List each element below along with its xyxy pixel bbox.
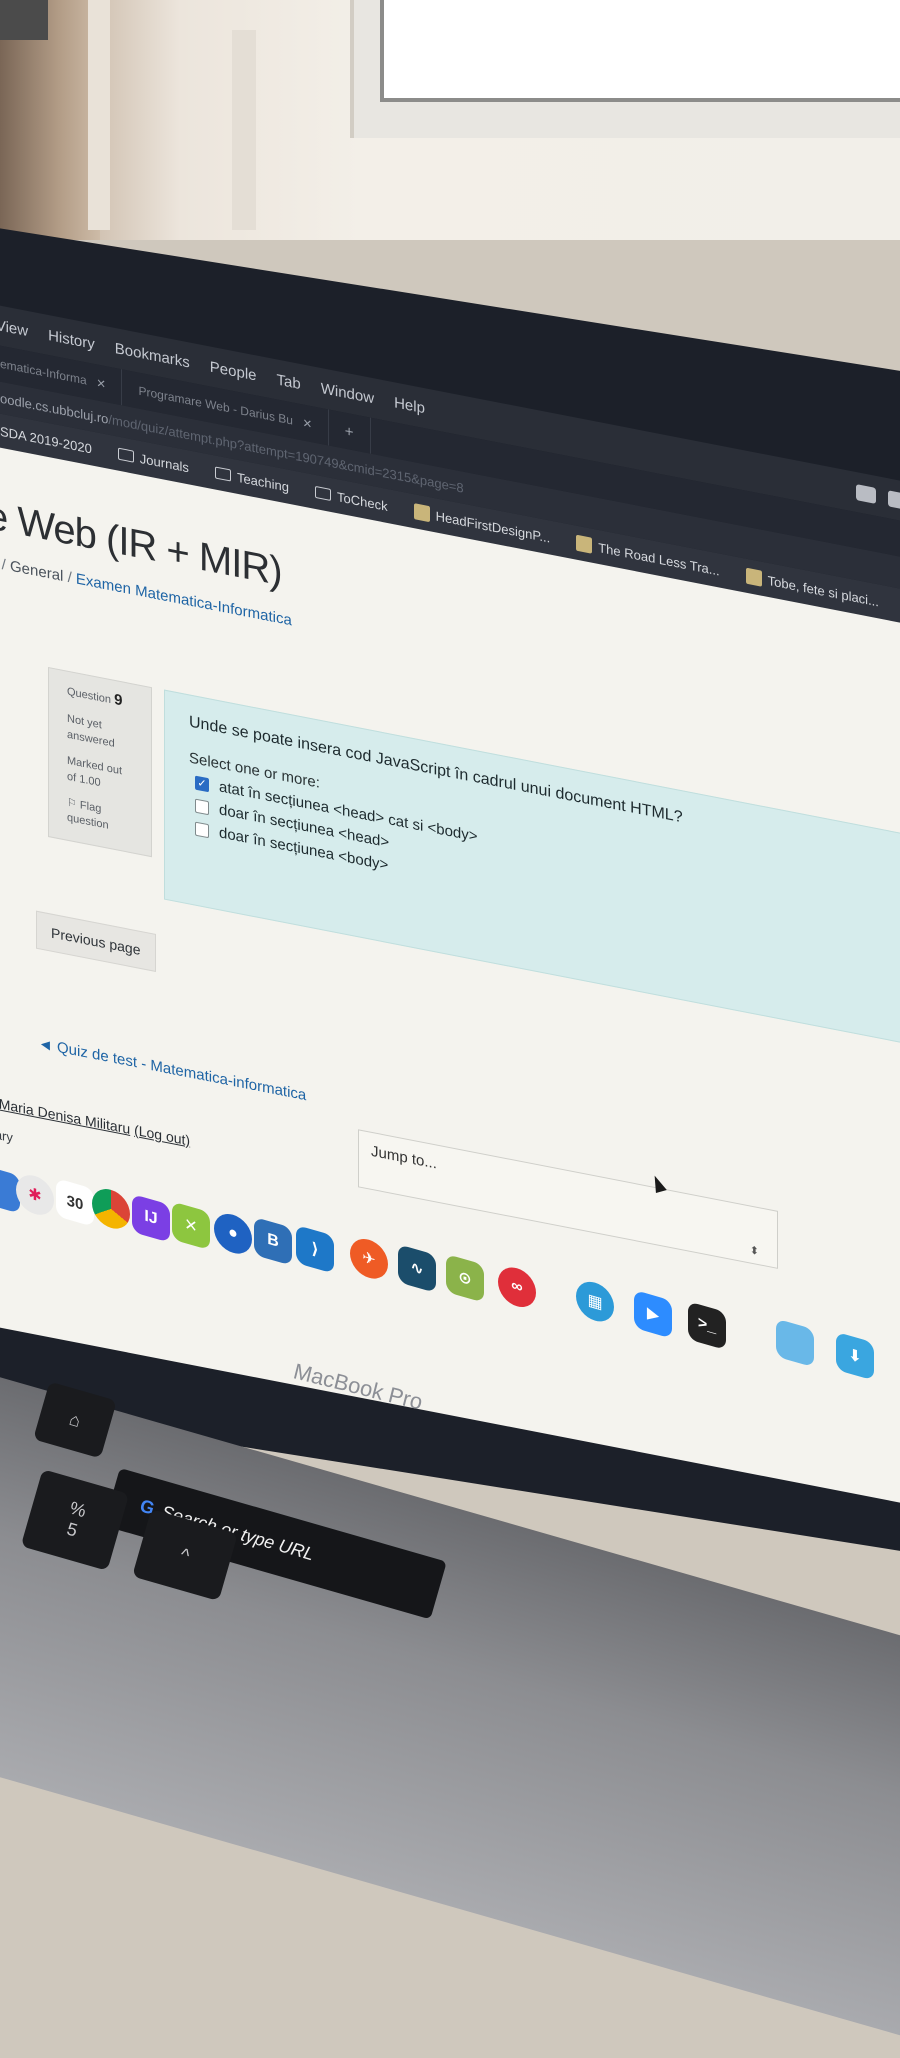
bookmark-tocheck[interactable]: ToCheck: [314, 484, 388, 513]
close-icon[interactable]: ×: [97, 374, 106, 393]
menu-help[interactable]: Help: [394, 394, 425, 417]
bookmark-favicon-icon: [413, 503, 430, 523]
tab-label: ematica-Informa: [0, 356, 87, 388]
checkbox-checked[interactable]: ✓: [195, 775, 209, 792]
flag-icon: ⚐: [67, 796, 80, 811]
menu-bookmarks[interactable]: Bookmarks: [115, 339, 190, 371]
question-info-panel: Question 9 Not yet answered Marked out o…: [48, 666, 152, 858]
summary-link[interactable]: mary: [0, 1125, 13, 1146]
bookmark-journals[interactable]: Journals: [117, 446, 189, 475]
status-tray: [856, 484, 900, 516]
window-glass: [380, 0, 900, 102]
user-profile-link[interactable]: Maria Denisa Militaru: [0, 1095, 130, 1137]
bookmark-favicon-icon: [576, 534, 593, 554]
docker-tray-icon[interactable]: [856, 484, 876, 504]
menu-view[interactable]: View: [0, 316, 28, 339]
question-box: Unde se poate insera cod JavaScript în c…: [164, 689, 900, 1059]
previous-page-button[interactable]: Previous page: [36, 910, 156, 972]
menu-people[interactable]: People: [210, 358, 257, 384]
logged-in-info: as Maria Denisa Militaru (Log out): [0, 1092, 190, 1149]
jump-placeholder: Jump to...: [371, 1142, 437, 1173]
select-arrows-icon: ⬍: [749, 1244, 759, 1259]
question-label: Question: [67, 685, 112, 707]
jump-to-select[interactable]: Jump to... ⬍: [358, 1129, 778, 1269]
close-icon[interactable]: ×: [303, 414, 312, 433]
folder-icon: [117, 447, 134, 463]
window-post: [232, 30, 256, 230]
logout-link[interactable]: (Log out): [134, 1122, 190, 1149]
display-tray-icon[interactable]: [888, 490, 900, 511]
menu-tab[interactable]: Tab: [277, 371, 301, 393]
question-number: 9: [114, 690, 123, 710]
wall-object: [0, 0, 48, 40]
bookmark-favicon-icon: [745, 567, 762, 587]
quiz-link[interactable]: ◄ Quiz de test - Matematica-informatica: [38, 1035, 306, 1104]
question-status: Not yet answered: [67, 712, 115, 750]
home-icon: ⌂: [67, 1408, 84, 1431]
folder-icon: [314, 485, 331, 501]
menu-history[interactable]: History: [48, 327, 95, 353]
bookmark-teaching[interactable]: Teaching: [214, 465, 289, 494]
question-marks: Marked out of 1.00: [67, 754, 123, 789]
curtain-edge: [88, 0, 110, 230]
checkbox[interactable]: [195, 798, 209, 815]
flag-question-link[interactable]: ⚐ Flag question: [67, 795, 133, 840]
plus-icon: +: [344, 422, 354, 441]
menu-window[interactable]: Window: [321, 380, 374, 407]
checkbox[interactable]: [195, 821, 209, 838]
breadcrumb-item[interactable]: General: [10, 558, 63, 585]
folder-icon: [214, 466, 231, 482]
